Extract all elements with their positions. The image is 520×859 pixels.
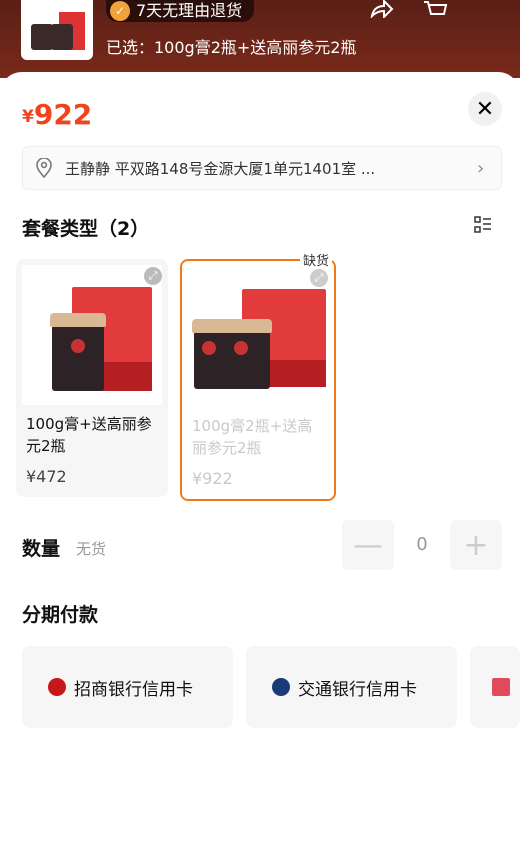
package-option-name: 100g膏+送高丽参元2瓶 bbox=[26, 415, 152, 455]
bocom-logo-icon bbox=[272, 678, 290, 696]
product-image bbox=[22, 265, 162, 405]
sku-selector-sheet: ¥922 ✕ 王静静 平双路148号金源大厦1单元1401室 ... › 套餐类… bbox=[0, 72, 520, 859]
selected-price: ¥922 bbox=[22, 98, 93, 131]
package-option-name: 100g膏2瓶+送高丽参元2瓶 bbox=[192, 417, 313, 457]
return-policy-text: 7天无理由退货 bbox=[136, 1, 243, 20]
close-button[interactable]: ✕ bbox=[468, 92, 502, 126]
quantity-label: 数量 bbox=[22, 538, 61, 560]
return-policy-badge: ✓ 7天无理由退货 bbox=[106, 0, 255, 22]
package-type-title: 套餐类型（2） bbox=[22, 218, 150, 240]
shield-check-icon: ✓ bbox=[110, 1, 130, 21]
bank-option-label: 交通银行信用卡 bbox=[298, 679, 417, 700]
list-view-icon[interactable] bbox=[474, 216, 492, 234]
bank-option-cmb[interactable]: 招商银行信用卡 bbox=[22, 646, 233, 728]
package-option-card[interactable]: ⤢ 100g膏+送高丽参元2瓶 ¥472 bbox=[16, 259, 168, 497]
package-option-card-selected[interactable]: ⤢ 100g膏2瓶+送高丽参元2瓶 ¥922 bbox=[180, 259, 336, 501]
selected-option-summary: 已选：100g膏2瓶+送高丽参元2瓶 bbox=[106, 38, 357, 57]
location-pin-icon bbox=[36, 158, 52, 178]
bank-option-partial[interactable] bbox=[470, 646, 520, 728]
bank-logo-icon bbox=[492, 678, 510, 696]
out-of-stock-tag: 缺货 bbox=[300, 250, 333, 269]
address-text: 王静静 平双路148号金源大厦1单元1401室 ... bbox=[65, 159, 376, 178]
delivery-address-row[interactable]: 王静静 平双路148号金源大厦1单元1401室 ... › bbox=[22, 146, 502, 190]
package-option-price: ¥922 bbox=[192, 469, 233, 488]
chevron-right-icon: › bbox=[477, 157, 485, 179]
expand-icon[interactable]: ⤢ bbox=[144, 267, 162, 285]
quantity-decrease-button[interactable]: — bbox=[342, 520, 394, 570]
stock-status: 无货 bbox=[76, 540, 107, 558]
cmb-logo-icon bbox=[48, 678, 66, 696]
cart-icon[interactable] bbox=[422, 0, 448, 18]
product-thumbnail[interactable] bbox=[21, 0, 93, 60]
expand-icon[interactable]: ⤢ bbox=[310, 269, 328, 287]
bank-option-label: 招商银行信用卡 bbox=[74, 679, 193, 700]
share-icon[interactable] bbox=[368, 0, 394, 18]
bank-option-bocom[interactable]: 交通银行信用卡 bbox=[246, 646, 457, 728]
package-option-price: ¥472 bbox=[26, 467, 67, 486]
quantity-value[interactable]: 0 bbox=[410, 534, 434, 555]
installment-title: 分期付款 bbox=[22, 604, 99, 626]
product-image bbox=[188, 267, 328, 407]
quantity-increase-button[interactable]: + bbox=[450, 520, 502, 570]
